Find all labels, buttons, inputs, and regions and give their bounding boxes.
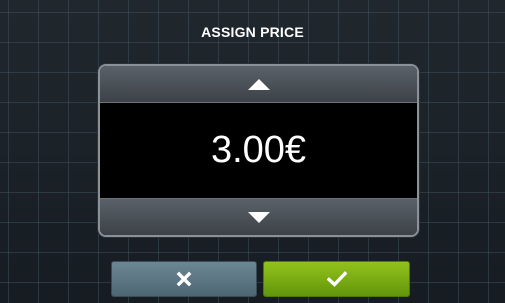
confirm-button[interactable] [263,261,410,297]
arrow-down-icon [247,212,270,223]
increase-price-button[interactable] [100,66,417,103]
price-display: 3.00€ [210,129,307,171]
checkmark-icon [264,262,409,296]
decrease-price-button[interactable] [100,198,417,235]
cancel-button[interactable] [111,261,257,297]
close-icon [112,262,256,296]
price-panel: 3.00€ [98,64,419,237]
dialog-title: ASSIGN PRICE [201,24,304,40]
arrow-up-icon [247,79,270,90]
